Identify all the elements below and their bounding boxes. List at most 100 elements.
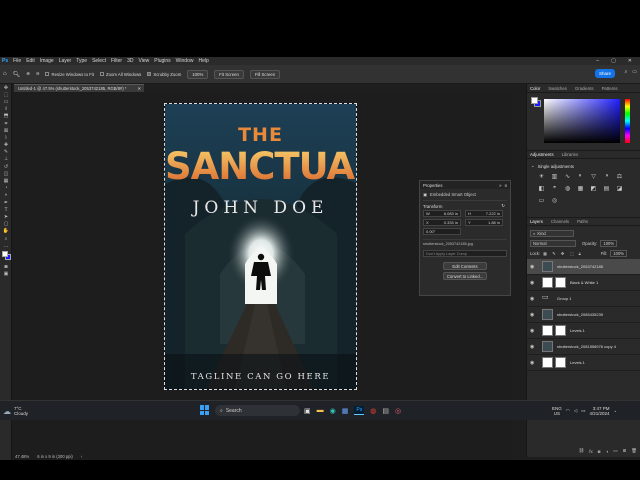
color-balance-icon[interactable]: ⚖: [613, 173, 626, 180]
lasso-tool-icon[interactable]: ℓ: [0, 106, 12, 113]
tab-gradients[interactable]: Gradients: [575, 86, 594, 91]
x-field[interactable]: X 0.333 in: [423, 219, 461, 226]
quick-mask-icon[interactable]: ◙: [0, 263, 12, 270]
tab-channels[interactable]: Channels: [551, 219, 569, 224]
blend-mode-select[interactable]: Normal: [530, 239, 576, 247]
hue-slider[interactable]: [625, 99, 630, 143]
menu-type[interactable]: Type: [76, 58, 87, 64]
menu-view[interactable]: View: [139, 58, 150, 64]
zoom-100-button[interactable]: 100%: [187, 69, 209, 79]
menu-file[interactable]: File: [13, 58, 21, 64]
screen-mode-icon[interactable]: ▣: [0, 271, 12, 278]
blur-tool-icon[interactable]: ◔: [0, 185, 12, 192]
curves-icon[interactable]: ∿: [561, 173, 574, 180]
edit-contents-button[interactable]: Edit Contents: [443, 262, 487, 270]
reset-transform-icon[interactable]: ↻: [501, 203, 505, 209]
menu-filter[interactable]: Filter: [111, 58, 122, 64]
menu-select[interactable]: Select: [92, 58, 106, 64]
delete-layer-icon[interactable]: 🗑︎: [631, 448, 637, 454]
tab-libraries[interactable]: Libraries: [562, 152, 578, 157]
wifi-icon[interactable]: ◠: [566, 408, 570, 414]
menu-image[interactable]: Image: [40, 58, 54, 64]
layer-row[interactable]: ◉ Levels 1: [527, 355, 640, 371]
fit-screen-button[interactable]: Fit Screen: [214, 69, 244, 79]
color-field[interactable]: [544, 99, 620, 143]
angle-field[interactable]: 0.00°: [423, 228, 461, 235]
layer-row[interactable]: ◉ shutterstock_2081558976 copy 4: [527, 339, 640, 355]
history-brush-icon[interactable]: ↺: [0, 163, 12, 170]
edge-icon[interactable]: ◉: [330, 407, 336, 415]
pen-tool-icon[interactable]: ✒: [0, 199, 12, 206]
menu-layer[interactable]: Layer: [59, 58, 72, 64]
new-layer-icon[interactable]: ⊞: [623, 448, 627, 454]
app-icon[interactable]: ▤: [382, 407, 389, 415]
layer-row[interactable]: ◉ Levels 1: [527, 323, 640, 339]
workspace-icon[interactable]: ▭: [632, 69, 637, 75]
hand-tool-icon[interactable]: ✋: [0, 228, 12, 235]
foreground-color[interactable]: [2, 251, 8, 258]
shape-tool-icon[interactable]: ▢: [0, 221, 12, 228]
more-tools-icon[interactable]: …: [0, 242, 12, 249]
layer-comp-select[interactable]: Don't Apply Layer Comp: [423, 250, 507, 257]
visibility-eye-icon[interactable]: ◉: [530, 296, 538, 302]
artboard-tool-icon[interactable]: ⬚: [0, 91, 12, 98]
zoom-tool-icon[interactable]: ⌕: [0, 235, 12, 242]
photo-filter-icon[interactable]: ◓: [548, 185, 561, 192]
stamp-tool-icon[interactable]: ⊥: [0, 156, 12, 163]
posterize-icon[interactable]: ▤: [600, 185, 613, 192]
clock[interactable]: 3:47 PM 4/21/2024: [589, 406, 609, 417]
fill-value[interactable]: 100%: [610, 249, 627, 257]
book-cover-canvas[interactable]: THE SANCTUARY JOHN DOE TAGLINE CAN GO HE…: [164, 103, 357, 390]
ps-logo[interactable]: Ps: [2, 58, 8, 64]
panel-menu-icon[interactable]: ≡: [504, 183, 507, 188]
brightness-icon[interactable]: ☀: [535, 173, 548, 180]
layer-filter-select[interactable]: ⌕ Kind: [530, 229, 574, 237]
battery-icon[interactable]: ▭: [581, 408, 585, 414]
height-field[interactable]: H 7.222 in: [465, 210, 503, 217]
language-indicator[interactable]: ENG US: [552, 406, 562, 417]
eraser-tool-icon[interactable]: ◫: [0, 170, 12, 177]
resize-windows-checkbox[interactable]: Resize Windows to Fit: [45, 72, 94, 77]
color-lookup-icon[interactable]: ▦: [574, 185, 587, 192]
width-field[interactable]: W 6.083 in: [423, 210, 461, 217]
new-adjustment-icon[interactable]: ◑: [606, 449, 609, 454]
visibility-eye-icon[interactable]: ◉: [530, 312, 538, 318]
visibility-eye-icon[interactable]: ◉: [530, 280, 538, 286]
invert-icon[interactable]: ◩: [587, 185, 600, 192]
threshold-icon[interactable]: ◪: [613, 185, 626, 192]
convert-linked-button[interactable]: Convert to Linked...: [443, 272, 487, 280]
menu-plugins[interactable]: Plugins: [154, 58, 170, 64]
hue-saturation-icon[interactable]: ◑: [600, 173, 613, 180]
layer-row[interactable]: ◉ Black & White 1: [527, 275, 640, 291]
visibility-eye-icon[interactable]: ◉: [530, 360, 538, 366]
layer-row[interactable]: ◉ ▭ Group 1: [527, 291, 640, 307]
black-white-icon[interactable]: ◧: [535, 185, 548, 192]
taskbar-search[interactable]: ⌕ Search: [215, 405, 300, 416]
layer-row[interactable]: ◉ shutterstock_2085435239: [527, 307, 640, 323]
collapse-icon[interactable]: »: [499, 183, 501, 188]
object-select-tool-icon[interactable]: ⬒: [0, 113, 12, 120]
store-icon[interactable]: ▦: [342, 407, 349, 415]
lock-icons[interactable]: ▦ ✎ ✥ ⬚ 🔒︎: [543, 251, 583, 256]
single-adjustments-header[interactable]: ⌄ Single adjustments: [531, 163, 636, 169]
volume-icon[interactable]: ◁: [574, 408, 577, 414]
gradient-tool-icon[interactable]: ▦: [0, 177, 12, 184]
close-tab-icon[interactable]: ✕: [137, 86, 141, 91]
zoom-in-icon[interactable]: ⊕: [26, 71, 30, 77]
menu-edit[interactable]: Edit: [26, 58, 35, 64]
fg-bg-swatch[interactable]: [531, 97, 538, 104]
close-icon[interactable]: ✕: [628, 58, 632, 64]
y-field[interactable]: Y 1.88 in: [465, 219, 503, 226]
crop-tool-icon[interactable]: ⌗: [0, 120, 12, 127]
task-view-icon[interactable]: ▣: [304, 407, 311, 415]
home-icon[interactable]: ⌂: [3, 71, 7, 77]
levels-icon[interactable]: ▥: [548, 173, 561, 180]
visibility-eye-icon[interactable]: ◉: [530, 264, 538, 270]
maximize-icon[interactable]: ▢: [611, 58, 616, 64]
opacity-value[interactable]: 100%: [600, 239, 618, 247]
color-swatches[interactable]: [0, 249, 11, 263]
visibility-eye-icon[interactable]: ◉: [530, 344, 538, 350]
menu-3d[interactable]: 3D: [127, 58, 133, 64]
tab-layers[interactable]: Layers: [530, 219, 543, 224]
document-tab[interactable]: Untitled-1 @ 47.5% (shutterstock_2053742…: [14, 84, 144, 92]
